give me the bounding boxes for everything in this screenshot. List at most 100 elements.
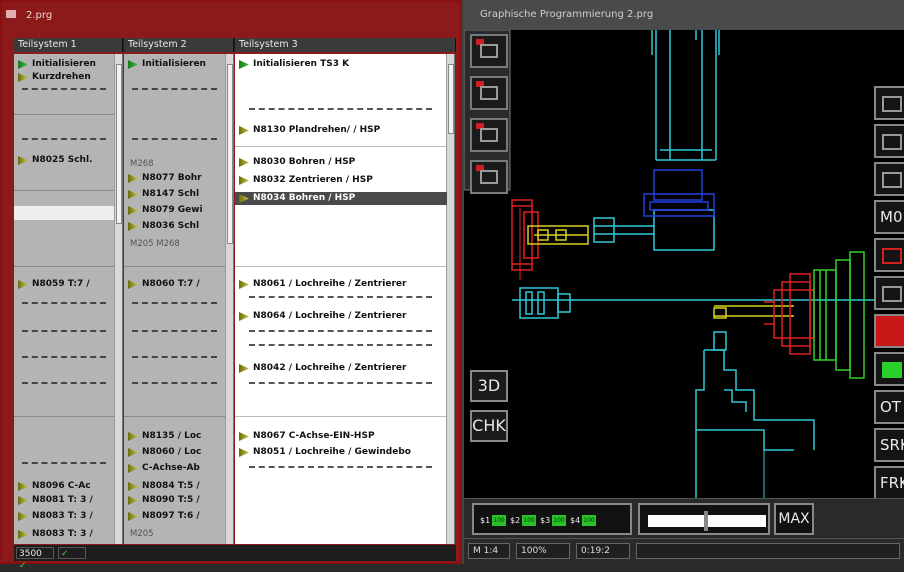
view-3-button[interactable] — [874, 162, 904, 196]
wait-marker — [249, 330, 432, 332]
3d-view-button[interactable]: 3D — [470, 370, 508, 402]
ot-button[interactable]: OT — [874, 390, 904, 424]
machine-simulation-canvas[interactable]: 3D CHK M0 OT SRK FRK — [463, 29, 904, 500]
block-arrow-icon — [239, 432, 249, 441]
status-cell: 3500 ✓ — [16, 547, 54, 571]
turret-position-4-button[interactable] — [470, 160, 508, 194]
tool-icon — [480, 128, 498, 142]
program-block[interactable]: N8067 C-Achse-EIN-HSP — [235, 430, 447, 443]
program-block[interactable]: N8030 Bohren / HSP — [235, 156, 447, 169]
header-teilsystem-2[interactable]: Teilsystem 2 — [124, 38, 234, 52]
scroll-thumb[interactable] — [227, 64, 233, 244]
m0-button[interactable]: M0 — [874, 200, 904, 234]
program-block[interactable]: N8042 / Lochreihe / Zentrierer — [235, 362, 447, 375]
percent-readout: 100% — [516, 543, 570, 559]
alarm-button[interactable] — [874, 314, 904, 348]
header-teilsystem-1[interactable]: Teilsystem 1 — [14, 38, 123, 52]
program-block[interactable]: N8135 / Loc — [124, 430, 226, 443]
status-cell: ✓ — [58, 547, 86, 559]
wait-marker — [22, 382, 106, 384]
view-2-button[interactable] — [874, 124, 904, 158]
wait-marker — [132, 302, 217, 304]
channel-1-list[interactable]: Initialisieren Kurzdrehen N8025 Schl. N8059… — [14, 54, 123, 544]
program-block[interactable]: N8061 / Lochreihe / Zentrierer — [235, 278, 447, 291]
block-label: N8077 Bohr — [142, 173, 202, 183]
scrollbar[interactable] — [114, 54, 122, 544]
slider-knob[interactable] — [704, 511, 708, 531]
tool-list-button[interactable] — [874, 238, 904, 272]
separator — [14, 114, 114, 115]
program-block[interactable]: N8081 T: 3 / — [14, 494, 115, 507]
m-code-annotation: M268 — [130, 159, 154, 169]
program-block[interactable]: N8090 T:5 / — [124, 494, 226, 507]
block-arrow-icon — [239, 364, 249, 373]
program-block[interactable]: C-Achse-Ab — [124, 462, 226, 475]
program-block[interactable]: N8084 T:5 / — [124, 480, 226, 493]
collision-check-button[interactable]: CHK — [470, 410, 508, 442]
program-block[interactable]: N8025 Schl. — [14, 154, 115, 167]
program-block[interactable]: N8051 / Lochreihe / Gewindebo — [235, 446, 447, 459]
program-block[interactable]: N8060 / Loc — [124, 446, 226, 459]
program-block[interactable]: N8064 / Lochreihe / Zentrierer — [235, 310, 447, 323]
turret-position-2-button[interactable] — [470, 76, 508, 110]
block-label: N8067 C-Achse-EIN-HSP — [253, 431, 375, 441]
speed-value[interactable]: 100 — [492, 515, 506, 526]
wait-marker — [132, 382, 217, 384]
program-block[interactable]: N8036 Schl — [124, 220, 226, 233]
scroll-thumb[interactable] — [116, 64, 122, 224]
wait-marker — [22, 302, 106, 304]
turret-position-3-button[interactable] — [470, 118, 508, 152]
program-block[interactable]: N8097 T:6 / — [124, 510, 226, 523]
program-block[interactable]: N8060 T:7 / — [124, 278, 226, 291]
scroll-thumb[interactable] — [448, 64, 454, 134]
program-block[interactable]: N8130 Plandrehen/ / HSP — [235, 124, 447, 137]
scrollbar[interactable] — [446, 54, 454, 544]
separator — [235, 146, 446, 147]
simulation-speed-slider[interactable] — [638, 503, 770, 535]
speed-value[interactable]: 100 — [582, 515, 596, 526]
wait-marker — [249, 466, 432, 468]
block-arrow-icon — [239, 176, 249, 185]
scrollbar[interactable] — [225, 54, 233, 544]
block-arrow-icon — [18, 496, 28, 505]
block-label: N8030 Bohren / HSP — [253, 157, 356, 167]
block-label: Initialisieren — [32, 59, 96, 69]
green-status-button[interactable] — [874, 352, 904, 386]
header-teilsystem-3[interactable]: Teilsystem 3 — [235, 38, 456, 52]
program-block[interactable]: Initialisieren — [124, 58, 226, 71]
program-block[interactable]: Initialisieren — [14, 58, 115, 71]
channel-3-list[interactable]: Initialisieren TS3 K N8130 Plandrehen/ / … — [235, 54, 455, 544]
speed-value[interactable]: 100 — [522, 515, 536, 526]
srk-button[interactable]: SRK — [874, 428, 904, 462]
program-block[interactable]: N8096 C-Ac — [14, 480, 115, 493]
channel-2-list[interactable]: Initialisieren N8077 Bohr N8147 Schl N8079 … — [124, 54, 234, 544]
program-block[interactable]: N8059 T:7 / — [14, 278, 115, 291]
program-block[interactable]: N8083 T: 3 / — [14, 510, 115, 523]
program-block[interactable]: N8034 Bohren / HSP — [235, 192, 447, 205]
program-block[interactable]: Initialisieren TS3 K — [235, 58, 447, 71]
program-block[interactable]: N8083 T: 3 / — [14, 528, 115, 541]
speed-value[interactable]: 100 — [552, 515, 566, 526]
speed-label: $3 — [540, 516, 551, 525]
program-block[interactable]: N8079 Gewi — [124, 204, 226, 217]
block-label: N8084 T:5 / — [142, 481, 200, 491]
program-block[interactable]: Kurzdrehen — [14, 71, 115, 84]
block-arrow-icon — [128, 174, 138, 183]
tool-icon — [480, 44, 498, 58]
wait-marker — [249, 108, 432, 110]
frk-button[interactable]: FRK — [874, 466, 904, 500]
block-arrow-icon — [239, 126, 249, 135]
turret-position-1-button[interactable] — [470, 34, 508, 68]
m-code-annotation: M205 M268 — [130, 239, 180, 249]
program-block[interactable]: N8147 Schl — [124, 188, 226, 201]
tool-view-button[interactable] — [874, 276, 904, 310]
max-speed-button[interactable]: MAX — [774, 503, 814, 535]
block-label: N8032 Zentrieren / HSP — [253, 175, 373, 185]
block-label: N8025 Schl. — [32, 155, 93, 165]
speed-label: $1 — [480, 516, 491, 525]
play-forward-button[interactable] — [874, 86, 904, 120]
block-arrow-icon — [128, 222, 138, 231]
program-block[interactable]: N8077 Bohr — [124, 172, 226, 185]
run-arrow-icon — [239, 60, 249, 69]
program-block[interactable]: N8032 Zentrieren / HSP — [235, 174, 447, 187]
